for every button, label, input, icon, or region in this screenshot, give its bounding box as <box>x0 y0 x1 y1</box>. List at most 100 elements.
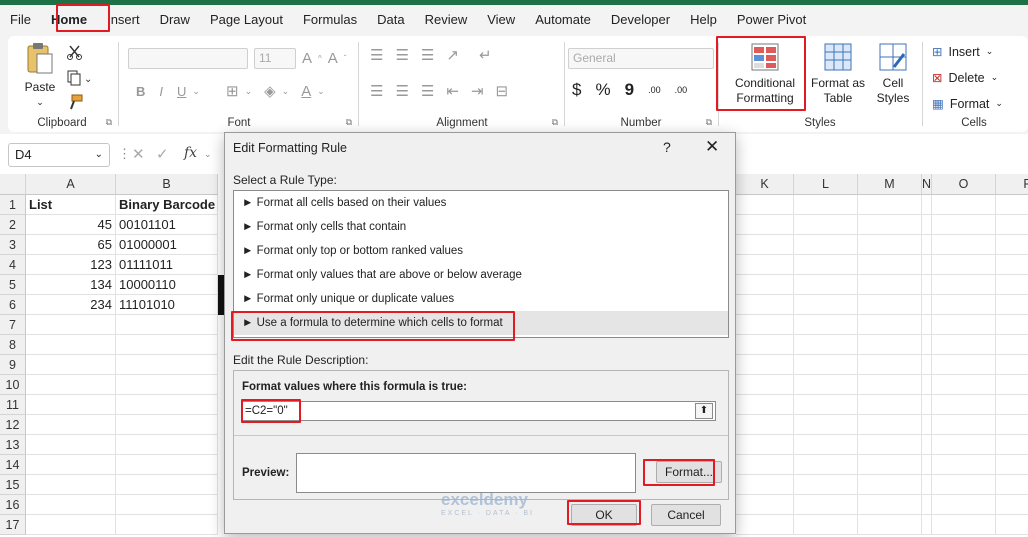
cell-l[interactable] <box>794 455 858 475</box>
cell-b[interactable]: 01000001 <box>116 235 218 255</box>
orientation-icon[interactable]: ↗ <box>446 46 459 64</box>
align-left-icon[interactable]: ☰ <box>370 82 383 100</box>
font-name-combo[interactable] <box>128 48 248 69</box>
cell-a[interactable] <box>26 435 116 455</box>
cell-a[interactable]: 134 <box>26 275 116 295</box>
cell-n[interactable] <box>922 215 932 235</box>
column-header-n[interactable]: N <box>922 174 932 195</box>
column-header-a[interactable]: A <box>26 174 116 195</box>
increase-indent-icon[interactable]: ⇥ <box>471 82 484 100</box>
menu-data[interactable]: Data <box>367 5 414 34</box>
menu-review[interactable]: Review <box>415 5 478 34</box>
bottom-align-icon[interactable]: ☰ <box>421 46 434 64</box>
cell-a[interactable] <box>26 395 116 415</box>
cell-m[interactable] <box>858 495 922 515</box>
menu-automate[interactable]: Automate <box>525 5 601 34</box>
cell-p[interactable] <box>996 255 1028 275</box>
top-align-icon[interactable]: ☰ <box>370 46 383 64</box>
cell-m[interactable] <box>858 415 922 435</box>
fill-color-icon[interactable]: ◈ <box>264 82 276 100</box>
cell-b[interactable]: 00101101 <box>116 215 218 235</box>
cell-p[interactable] <box>996 515 1028 535</box>
copy-icon[interactable]: ⌄ <box>66 70 92 89</box>
row-header[interactable]: 17 <box>0 515 26 535</box>
cell-b[interactable]: 01111011 <box>116 255 218 275</box>
italic-button[interactable]: I <box>159 84 163 99</box>
cell-p[interactable] <box>996 195 1028 215</box>
cell-a[interactable]: 45 <box>26 215 116 235</box>
cell-m[interactable] <box>858 355 922 375</box>
cell-b[interactable] <box>116 415 218 435</box>
menu-home[interactable]: Home <box>41 5 97 34</box>
cell-a[interactable] <box>26 455 116 475</box>
cell-n[interactable] <box>922 295 932 315</box>
menu-formulas[interactable]: Formulas <box>293 5 367 34</box>
row-header[interactable]: 8 <box>0 335 26 355</box>
row-header[interactable]: 9 <box>0 355 26 375</box>
cell-b[interactable] <box>116 495 218 515</box>
cell-o[interactable] <box>932 315 996 335</box>
name-box[interactable]: D4 ⌄ <box>8 143 110 167</box>
cell-o[interactable] <box>932 275 996 295</box>
cell-l[interactable] <box>794 395 858 415</box>
cell-l[interactable] <box>794 295 858 315</box>
font-size-combo[interactable]: 11 <box>254 48 296 69</box>
help-icon[interactable]: ? <box>663 139 671 155</box>
conditional-formatting-button[interactable]: Conditional Formatting <box>724 42 806 106</box>
row-header[interactable]: 14 <box>0 455 26 475</box>
cell-l[interactable] <box>794 415 858 435</box>
cell-b[interactable]: 10000110 <box>116 275 218 295</box>
row-header[interactable]: 16 <box>0 495 26 515</box>
decrease-decimal-button[interactable]: .00 <box>675 85 688 95</box>
cell-l[interactable] <box>794 275 858 295</box>
cell-k[interactable] <box>736 275 794 295</box>
cell-l[interactable] <box>794 495 858 515</box>
font-launcher-icon[interactable]: ⧉ <box>346 117 352 128</box>
cell-m[interactable] <box>858 455 922 475</box>
cell-k[interactable] <box>736 435 794 455</box>
cell-m[interactable] <box>858 435 922 455</box>
cell-o[interactable] <box>932 355 996 375</box>
cell-l[interactable] <box>794 375 858 395</box>
format-as-table-button[interactable]: Format as Table <box>810 42 866 106</box>
cell-a[interactable] <box>26 475 116 495</box>
cell-n[interactable] <box>922 195 932 215</box>
cell-a[interactable] <box>26 415 116 435</box>
column-header-p[interactable]: P <box>996 174 1028 195</box>
cell-o[interactable] <box>932 395 996 415</box>
cell-l[interactable] <box>794 435 858 455</box>
menu-power-pivot[interactable]: Power Pivot <box>727 5 816 34</box>
paste-button[interactable]: Paste ⌄ <box>20 42 60 110</box>
rule-type-item[interactable]: ► Format all cells based on their values <box>234 191 728 215</box>
cell-n[interactable] <box>922 355 932 375</box>
column-header-b[interactable]: B <box>116 174 218 195</box>
menu-help[interactable]: Help <box>680 5 727 34</box>
cell-n[interactable] <box>922 495 932 515</box>
rule-type-item[interactable]: ► Format only cells that contain <box>234 215 728 239</box>
cell-a[interactable] <box>26 495 116 515</box>
menu-developer[interactable]: Developer <box>601 5 680 34</box>
align-right-icon[interactable]: ☰ <box>421 82 434 100</box>
cell-k[interactable] <box>736 495 794 515</box>
cell-o[interactable] <box>932 255 996 275</box>
font-color-icon[interactable]: A <box>301 83 311 100</box>
menu-insert[interactable]: Insert <box>97 5 150 34</box>
cell-m[interactable] <box>858 515 922 535</box>
row-header[interactable]: 10 <box>0 375 26 395</box>
cell-l[interactable] <box>794 475 858 495</box>
cell-n[interactable] <box>922 415 932 435</box>
cell-m[interactable] <box>858 275 922 295</box>
cell-o[interactable] <box>932 435 996 455</box>
alignment-launcher-icon[interactable]: ⧉ <box>552 117 558 128</box>
decrease-indent-icon[interactable]: ⇤ <box>446 82 459 100</box>
cell-a[interactable]: List <box>26 195 116 215</box>
cell-k[interactable] <box>736 395 794 415</box>
cancel-button[interactable]: Cancel <box>651 504 721 526</box>
cell-k[interactable] <box>736 415 794 435</box>
cell-p[interactable] <box>996 215 1028 235</box>
cell-m[interactable] <box>858 475 922 495</box>
insert-button[interactable]: ⊞ Insert ⌄ <box>932 44 993 60</box>
cell-p[interactable] <box>996 435 1028 455</box>
cell-k[interactable] <box>736 255 794 275</box>
cell-m[interactable] <box>858 235 922 255</box>
